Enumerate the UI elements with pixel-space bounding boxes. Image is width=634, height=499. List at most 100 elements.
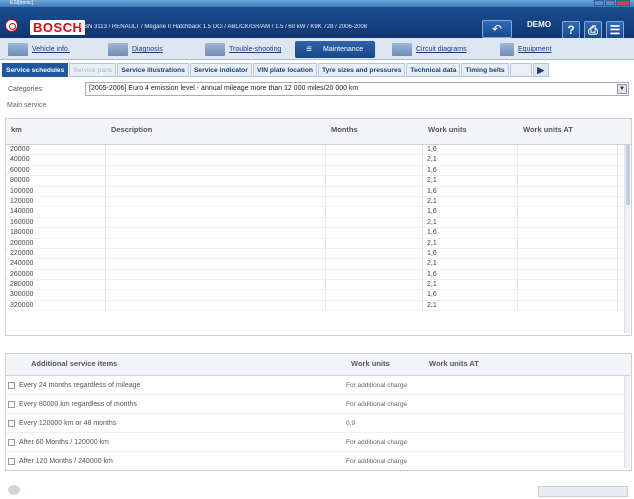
cell-work-units: 1,6 [423, 186, 518, 196]
cell-empty [326, 290, 423, 300]
subtab-vin-plate-location[interactable]: VIN plate location [252, 63, 317, 77]
table-row[interactable]: 80000 2,1 [6, 176, 631, 187]
subtab-service-schedules[interactable]: Service schedules [2, 63, 69, 77]
additional-items-table: Additional service items Work units Work… [5, 353, 632, 471]
cell-km: 320000 [6, 300, 106, 311]
printer-icon: ⎙ [588, 23, 598, 37]
table-row[interactable]: 200000 2,1 [6, 238, 631, 249]
list-item[interactable]: Every 24 months regardless of mileage For… [6, 376, 631, 395]
table-row[interactable]: 300000 1,6 [6, 290, 631, 301]
table-row[interactable]: 140000 1,6 [6, 207, 631, 218]
cell-empty [106, 145, 326, 155]
app-header: BOSCH EBN 3113 / RENAULT / Megane II Hat… [0, 7, 634, 39]
cell-km: 40000 [6, 155, 106, 165]
cell-work-units: 1,6 [423, 145, 518, 155]
categories-select[interactable]: [2005-2006] Euro 4 emission level - annu… [85, 82, 629, 96]
item-checkbox[interactable] [8, 438, 15, 446]
cell-empty [518, 186, 618, 196]
cell-empty [518, 228, 618, 238]
item-label: Every 80000 km regardless of months [19, 400, 137, 408]
table-row[interactable]: 160000 2,1 [6, 217, 631, 229]
cell-work-units: For additional charge [346, 381, 408, 389]
tab-vehicle-info[interactable]: Vehicle info. [8, 41, 78, 58]
item-checkbox[interactable] [8, 400, 15, 408]
cell-work-units: 1,6 [423, 207, 518, 217]
table-row[interactable]: 60000 1,6 [6, 165, 631, 177]
subtab-timing-belts[interactable]: Timing belts [461, 63, 509, 77]
cell-km: 220000 [6, 248, 106, 259]
subtab-service-indicator[interactable]: Service indicator [189, 63, 252, 77]
cell-empty [518, 176, 618, 186]
table-header: Additional service items Work units Work… [6, 354, 631, 376]
table-row[interactable]: 320000 2,1 [6, 300, 631, 312]
cell-empty [518, 248, 618, 259]
wrench-icon [205, 43, 225, 56]
scroll-right-icon[interactable]: ▶ [532, 63, 549, 77]
tab-trouble-shooting[interactable]: Trouble-shooting [205, 41, 289, 58]
item-checkbox[interactable] [8, 457, 15, 465]
table-row[interactable]: 280000 2,1 [6, 280, 631, 291]
list-item[interactable]: After 60 Months / 120000 km For additiona… [6, 433, 631, 452]
subtab-technical-data[interactable]: Technical data [406, 63, 461, 77]
print-button[interactable]: ⎙ [584, 21, 602, 39]
cell-km: 260000 [6, 269, 106, 280]
table-row[interactable]: 100000 1,6 [6, 186, 631, 197]
item-checkbox[interactable] [8, 381, 15, 389]
close-button[interactable] [616, 0, 630, 6]
header-description: Description [111, 125, 153, 134]
table-row[interactable]: 240000 2,1 [6, 259, 631, 270]
cell-work-units: 2,1 [423, 280, 518, 290]
table-scrollbar[interactable] [624, 145, 630, 333]
tab-equipment[interactable]: Equipment [500, 41, 559, 58]
cell-empty [518, 269, 618, 280]
tab-diagnosis[interactable]: Diagnosis [108, 41, 171, 58]
table-row[interactable]: 20000 1,6 [6, 145, 631, 156]
cell-work-units: For additional charge [346, 400, 408, 408]
cell-empty [518, 300, 618, 311]
cell-empty [106, 165, 326, 176]
table-row[interactable]: 40000 2,1 [6, 155, 631, 166]
header-work-units: Work units [351, 359, 390, 368]
cell-empty [106, 207, 326, 217]
list-item[interactable]: Every 120000 km or 48 months 0,9 [6, 414, 631, 433]
table-row[interactable]: 180000 1,6 [6, 228, 631, 239]
table-row[interactable]: 260000 1,6 [6, 269, 631, 281]
subtab-tyre-sizes[interactable]: Tyre sizes and pressures [317, 63, 406, 77]
maintenance-icon: ≡ [306, 44, 312, 55]
cell-km: 300000 [6, 290, 106, 300]
footer-button[interactable] [538, 486, 628, 497]
table-scrollbar[interactable] [624, 376, 630, 468]
help-button[interactable]: ? [562, 21, 580, 39]
cell-empty [518, 196, 618, 207]
cell-km: 280000 [6, 280, 106, 290]
item-checkbox[interactable] [8, 419, 15, 427]
cell-empty [518, 145, 618, 155]
cell-work-units: 1,6 [423, 228, 518, 238]
table-row[interactable]: 120000 2,1 [6, 196, 631, 208]
table-row[interactable]: 220000 1,6 [6, 248, 631, 260]
cell-empty [518, 155, 618, 165]
subtab-service-illustrations[interactable]: Service illustrations [117, 63, 189, 77]
item-cell: Every 80000 km regardless of months [6, 400, 346, 408]
cell-empty [106, 196, 326, 207]
table-body: 20000 1,6 40000 2,1 60000 1,6 80000 2,1 100000 1,… [6, 145, 631, 312]
tab-maintenance[interactable]: ≡ Maintenance [295, 41, 376, 58]
chevron-down-icon[interactable]: ▼ [617, 84, 627, 94]
cell-empty [518, 207, 618, 217]
item-label: Every 24 months regardless of mileage [19, 381, 141, 389]
main-nav: Vehicle info. Diagnosis Trouble-shooting… [0, 38, 634, 60]
menu-button[interactable]: ☰ [606, 21, 624, 39]
tab-circuit-diagrams[interactable]: Circuit diagrams [392, 41, 475, 58]
cell-empty [106, 238, 326, 248]
minimize-button[interactable] [594, 0, 604, 6]
list-item[interactable]: After 120 Months / 240000 km For addition… [6, 452, 631, 470]
book-icon [500, 43, 514, 56]
cell-empty [518, 217, 618, 228]
header-km: km [11, 125, 22, 134]
back-button[interactable]: ↶ [482, 20, 512, 38]
maximize-button[interactable] [605, 0, 615, 6]
bosch-logo-icon [5, 19, 18, 32]
list-item[interactable]: Every 80000 km regardless of months For a… [6, 395, 631, 414]
window-controls [594, 0, 630, 6]
cell-empty [106, 300, 326, 311]
